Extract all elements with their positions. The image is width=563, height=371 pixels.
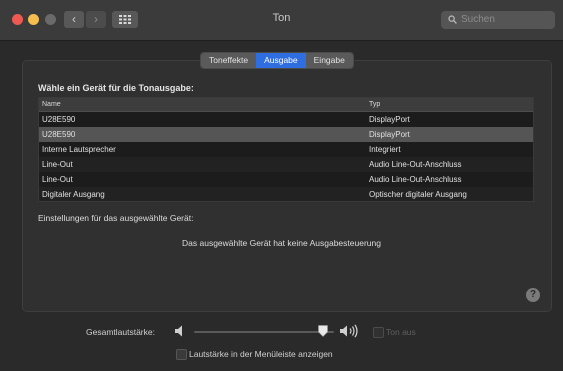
tab-input[interactable]: Eingabe <box>305 53 353 68</box>
search-placeholder: Suchen <box>461 14 495 25</box>
tab-sound-effects[interactable]: Toneffekte <box>201 53 257 68</box>
device-type: Audio Line-Out-Anschluss <box>369 160 462 169</box>
table-row[interactable]: Digitaler Ausgang Optischer digitaler Au… <box>39 187 533 201</box>
speaker-low-icon <box>175 325 182 337</box>
table-row[interactable]: Line-Out Audio Line-Out-Anschluss <box>39 157 533 172</box>
column-header-type[interactable]: Typ <box>367 98 533 111</box>
help-icon[interactable]: ? <box>526 288 540 302</box>
mute-label: Ton aus <box>386 327 416 337</box>
device-type: Integriert <box>369 145 401 154</box>
device-type: DisplayPort <box>369 130 410 139</box>
device-name: Digitaler Ausgang <box>42 190 105 199</box>
volume-slider-thumb[interactable] <box>317 325 328 337</box>
table-row-selected[interactable]: U28E590 DisplayPort <box>39 127 533 142</box>
device-name: U28E590 <box>42 130 76 139</box>
device-name: Interne Lautsprecher <box>42 145 116 154</box>
tab-bar: Toneffekte Ausgabe Eingabe <box>200 52 354 69</box>
table-row[interactable]: U28E590 DisplayPort <box>39 112 533 127</box>
device-name: Line-Out <box>42 175 73 184</box>
table-row[interactable]: Interne Lautsprecher Integriert <box>39 142 533 157</box>
output-volume-label: Gesamtlautstärke: <box>86 327 155 337</box>
device-heading: Wähle ein Gerät für die Tonausgabe: <box>38 83 194 93</box>
settings-label: Einstellungen für das ausgewählte Gerät: <box>38 213 194 223</box>
device-type: Audio Line-Out-Anschluss <box>369 175 462 184</box>
device-table[interactable]: Name Typ U28E590 DisplayPort U28E590 Dis… <box>38 97 534 202</box>
table-header: Name Typ <box>39 98 533 112</box>
tab-output[interactable]: Ausgabe <box>256 53 306 68</box>
table-row[interactable]: Line-Out Audio Line-Out-Anschluss <box>39 172 533 187</box>
speaker-high-icon <box>340 324 358 338</box>
device-type: DisplayPort <box>369 115 410 124</box>
no-output-control-message: Das ausgewählte Gerät hat keine Ausgabes… <box>182 238 381 248</box>
column-header-name[interactable]: Name <box>39 98 367 111</box>
show-volume-in-menubar-label: Lautstärke in der Menüleiste anzeigen <box>189 349 333 359</box>
volume-slider[interactable] <box>194 331 334 333</box>
device-type: Optischer digitaler Ausgang <box>369 190 467 199</box>
device-name: Line-Out <box>42 160 73 169</box>
search-input[interactable]: Suchen <box>441 11 555 29</box>
title-bar: ‹ › Ton Suchen <box>0 0 563 41</box>
show-volume-in-menubar-checkbox[interactable] <box>176 349 187 360</box>
search-icon <box>448 15 457 24</box>
mute-checkbox[interactable] <box>373 327 384 338</box>
device-name: U28E590 <box>42 115 76 124</box>
